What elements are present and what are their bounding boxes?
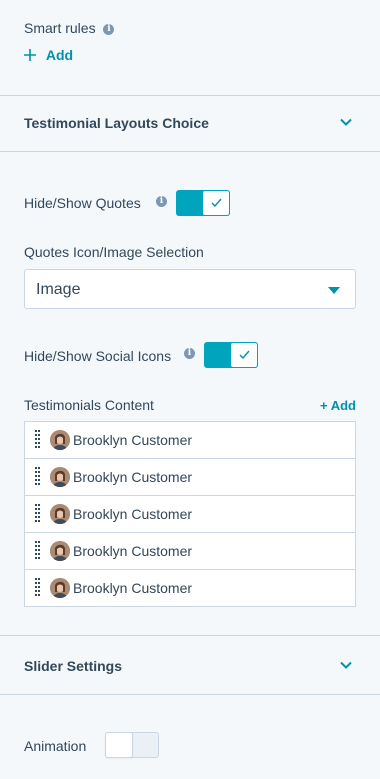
chevron-down-icon <box>340 118 352 126</box>
chevron-down-icon <box>340 661 352 669</box>
animation-label: Animation <box>24 738 87 754</box>
list-item[interactable]: Brooklyn Customer <box>25 496 355 533</box>
quotes-icon-selection-label: Quotes Icon/Image Selection <box>24 244 204 260</box>
list-item-name: Brooklyn Customer <box>73 432 193 448</box>
list-item[interactable]: Brooklyn Customer <box>25 422 355 459</box>
layouts-accordion-header[interactable]: Testimonial Layouts Choice <box>0 96 380 151</box>
list-item-name: Brooklyn Customer <box>73 469 193 485</box>
toggle-knob <box>202 190 230 216</box>
avatar <box>50 467 70 487</box>
drag-handle-icon[interactable] <box>35 541 40 561</box>
hide-show-social-icons-label: Hide/Show Social Icons <box>24 348 172 364</box>
check-icon <box>239 350 250 360</box>
quotes-icon-selection-value: Image <box>36 281 81 298</box>
testimonials-content-label: Testimonials Content <box>24 397 154 413</box>
testimonials-add-button[interactable]: + Add <box>320 398 356 413</box>
drag-handle-icon[interactable] <box>35 430 40 450</box>
avatar <box>50 541 70 561</box>
drag-handle-icon[interactable] <box>35 578 40 598</box>
plus-icon <box>24 48 36 61</box>
hide-show-quotes-toggle[interactable] <box>176 190 230 216</box>
divider <box>0 694 380 695</box>
smart-rules-add-button[interactable]: Add <box>24 47 73 63</box>
slider-settings-accordion-header[interactable]: Slider Settings <box>0 636 380 694</box>
drag-handle-icon[interactable] <box>35 467 40 487</box>
layouts-accordion-title: Testimonial Layouts Choice <box>24 115 209 131</box>
info-icon[interactable]: i <box>156 196 167 207</box>
animation-toggle[interactable] <box>105 732 159 758</box>
avatar <box>50 504 70 524</box>
hide-show-social-icons-toggle[interactable] <box>204 342 258 368</box>
caret-down-icon <box>328 287 340 294</box>
list-item-name: Brooklyn Customer <box>73 543 193 559</box>
avatar <box>50 430 70 450</box>
info-icon[interactable]: i <box>184 348 195 359</box>
list-item-name: Brooklyn Customer <box>73 580 193 596</box>
drag-handle-icon[interactable] <box>35 504 40 524</box>
check-icon <box>211 198 222 208</box>
smart-rules-heading: Smart rules i <box>24 20 115 36</box>
toggle-knob <box>230 342 258 368</box>
list-item[interactable]: Brooklyn Customer <box>25 533 355 570</box>
slider-settings-title: Slider Settings <box>24 658 123 674</box>
list-item[interactable]: Brooklyn Customer <box>25 459 355 496</box>
testimonials-list: Brooklyn Customer Brooklyn Customer Broo… <box>24 421 356 607</box>
quotes-icon-selection-dropdown[interactable]: Image <box>24 269 356 309</box>
smart-rules-add-label: Add <box>45 47 74 63</box>
smart-rules-section: Smart rules i Add <box>0 0 380 96</box>
smart-rules-label: Smart rules <box>24 20 96 36</box>
info-icon[interactable]: i <box>103 23 115 35</box>
avatar <box>50 578 70 598</box>
toggle-knob <box>105 732 133 758</box>
divider <box>0 151 380 152</box>
hide-show-quotes-label: Hide/Show Quotes <box>24 195 141 211</box>
list-item[interactable]: Brooklyn Customer <box>25 570 355 606</box>
list-item-name: Brooklyn Customer <box>73 506 193 522</box>
